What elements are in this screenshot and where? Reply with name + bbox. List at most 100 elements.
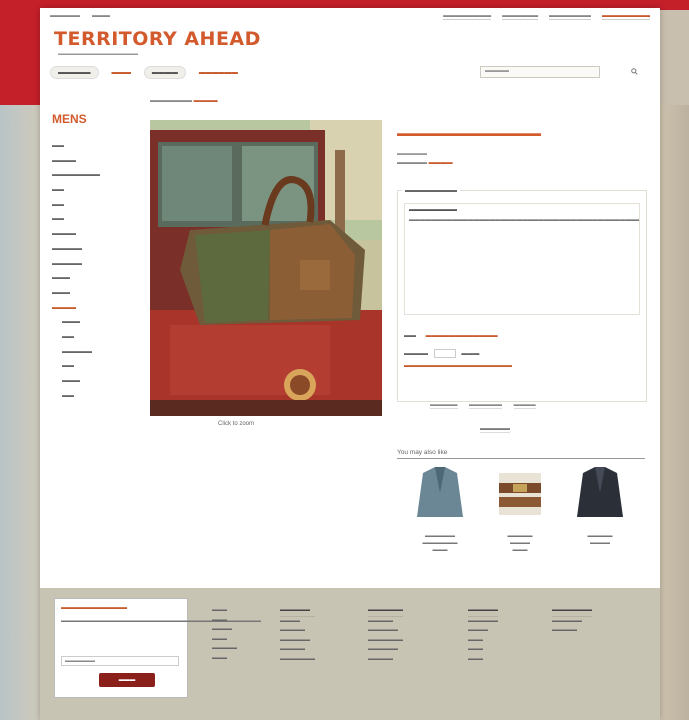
sidebar-item-4[interactable]: ▬▬ xyxy=(52,184,132,199)
footer-column-3: ▬▬▬▬▬▬▬ ▬▬▬▬▬ ▬▬▬▬▬▬ ▬▬▬▬▬▬▬ ▬▬▬▬▬▬ ▬▬▬▬… xyxy=(368,606,403,664)
sidebar-item-6[interactable]: ▬▬ xyxy=(52,213,132,228)
footer-link[interactable]: ▬▬▬▬▬ xyxy=(280,645,315,655)
footer-link[interactable]: ▬▬▬ xyxy=(468,655,498,665)
sidebar-item-3[interactable]: ▬▬▬▬▬▬▬▬ xyxy=(52,169,132,184)
breadcrumb-link[interactable]: ▬▬▬▬▬▬▬ xyxy=(150,98,192,104)
recommended-item-2-image xyxy=(499,473,541,515)
product-details-box: ▬▬▬▬▬▬▬▬ ▬▬▬▬▬▬▬▬ ▬▬▬▬▬▬▬▬▬▬▬▬▬▬▬▬▬▬▬▬▬▬… xyxy=(397,187,647,402)
footer-link[interactable]: ▬▬▬ xyxy=(212,606,237,616)
footer-link[interactable]: ▬▬▬▬ xyxy=(212,625,237,635)
product-item-number: ▬▬▬▬▬ xyxy=(397,151,427,157)
footer-column-2: ▬▬▬▬▬▬ ▬▬▬▬ ▬▬▬▬▬ ▬▬▬▬▬▬ ▬▬▬▬▬ ▬▬▬▬▬▬▬ xyxy=(280,606,315,664)
utility-right-link-2[interactable]: ▬▬▬▬▬▬ xyxy=(502,13,539,20)
product-image[interactable] xyxy=(150,120,382,416)
footer-link[interactable]: ▬▬▬▬▬▬ xyxy=(468,617,498,627)
footer-link[interactable]: ▬▬▬▬ xyxy=(468,626,498,636)
footer-link[interactable]: ▬▬▬▬▬ xyxy=(368,617,403,627)
utility-link-2[interactable]: ▬▬▬ xyxy=(92,13,110,19)
product-actions: ▬▬▬▬▬ ▬▬▬▬▬▬ ▬▬▬▬ xyxy=(430,402,546,409)
utility-right-link-4[interactable]: ▬▬▬▬▬▬▬▬ xyxy=(602,13,650,20)
sidebar-item-10[interactable]: ▬▬▬ xyxy=(52,272,132,287)
sidebar-item-7[interactable]: ▬▬▬▬ xyxy=(52,228,132,243)
footer: ▬▬▬▬▬▬▬▬▬▬▬ ▬▬▬▬▬▬▬▬▬▬▬▬▬▬▬▬▬▬▬▬▬▬▬▬▬▬▬▬… xyxy=(40,588,660,720)
recommended-item-1[interactable]: ▬▬▬▬▬▬ ▬▬▬▬▬▬▬ ▬▬▬ xyxy=(408,463,472,554)
sidebar-item-1[interactable]: ▬▬ xyxy=(52,140,132,155)
footer-column-4-heading: ▬▬▬▬▬▬ xyxy=(468,606,498,617)
image-caption[interactable]: Click to zoom xyxy=(218,421,254,427)
breadcrumb-current: ▬▬▬▬ xyxy=(193,98,218,104)
footer-link[interactable]: ▬▬▬▬▬ xyxy=(368,655,403,665)
action-link-3[interactable]: ▬▬▬▬ xyxy=(513,402,536,409)
recommended-item-3-name: ▬▬▬▬▬ ▬▬▬▬ xyxy=(587,533,613,546)
email-signup-text: ▬▬▬▬▬▬▬▬▬▬▬▬▬▬▬▬▬▬▬▬▬▬▬▬▬▬▬▬▬▬▬▬▬▬▬▬▬▬▬▬ xyxy=(61,618,261,624)
footer-link[interactable]: ▬▬▬▬▬▬▬ xyxy=(280,655,315,665)
search-button[interactable] xyxy=(627,66,642,79)
footer-link[interactable]: ▬▬▬ xyxy=(212,654,237,664)
sidebar-subitem-2[interactable]: ▬▬ xyxy=(52,331,132,346)
sidebar-list: ▬▬ ▬▬▬▬ ▬▬▬▬▬▬▬▬ ▬▬ ▬▬ ▬▬ ▬▬▬▬ ▬▬▬▬▬ ▬▬▬… xyxy=(52,140,132,404)
nav-tab-1[interactable]: ▬▬▬▬▬ xyxy=(50,66,99,79)
footer-link[interactable]: ▬▬▬▬▬▬ xyxy=(552,617,592,627)
nav-tab-4[interactable]: ▬▬▬▬▬▬ xyxy=(192,67,245,78)
sidebar-item-active[interactable]: ▬▬▬▬ xyxy=(52,302,132,317)
utility-link-1[interactable]: ▬▬▬▬▬ xyxy=(50,13,80,19)
utility-right-link-1[interactable]: ▬▬▬▬▬▬▬▬ xyxy=(443,13,492,20)
product-title: ▬▬▬▬▬▬▬▬▬▬▬▬▬▬▬▬ xyxy=(397,128,541,138)
footer-column-4: ▬▬▬▬▬▬ ▬▬▬▬▬▬ ▬▬▬▬ ▬▬▬ ▬▬▬ ▬▬▬ xyxy=(468,606,498,664)
details-heading: ▬▬▬▬▬▬▬▬ xyxy=(402,187,460,194)
sidebar-subitem-4[interactable]: ▬▬ xyxy=(52,360,132,375)
description-text: ▬▬▬▬▬▬▬▬▬▬▬▬▬▬▬▬▬▬▬▬▬▬▬▬▬▬▬▬▬▬▬▬▬▬▬▬▬▬▬▬… xyxy=(409,217,640,223)
description-panel: ▬▬▬▬▬▬▬▬ ▬▬▬▬▬▬▬▬▬▬▬▬▬▬▬▬▬▬▬▬▬▬▬▬▬▬▬▬▬▬▬… xyxy=(404,203,640,315)
footer-link[interactable]: ▬▬▬▬▬ xyxy=(280,626,315,636)
footer-column-2-heading: ▬▬▬▬▬▬ xyxy=(280,606,315,617)
utility-right-link-3[interactable]: ▬▬▬▬▬▬▬ xyxy=(549,13,592,20)
footer-link[interactable]: ▬▬▬ xyxy=(212,616,237,626)
recommended-item-3[interactable]: ▬▬▬▬▬ ▬▬▬▬ xyxy=(568,463,632,547)
sidebar-item-2[interactable]: ▬▬▬▬ xyxy=(52,155,132,170)
email-input[interactable]: ▬▬▬▬▬▬ xyxy=(61,656,179,666)
action-link-1[interactable]: ▬▬▬▬▬ xyxy=(430,402,458,409)
footer-link[interactable]: ▬▬▬▬ xyxy=(280,617,315,627)
sidebar-subitem-3[interactable]: ▬▬▬▬▬ xyxy=(52,346,132,361)
footer-column-3-heading: ▬▬▬▬▬▬▬ xyxy=(368,606,403,617)
order-link[interactable]: ▬▬▬▬▬▬▬▬▬▬▬▬ xyxy=(426,333,498,339)
site-logo[interactable]: TERRITORY AHEAD xyxy=(54,28,261,50)
sidebar-item-9[interactable]: ▬▬▬▬▬ xyxy=(52,258,132,273)
footer-link[interactable]: ▬▬▬▬▬ xyxy=(552,626,592,636)
sidebar-item-5[interactable]: ▬▬ xyxy=(52,199,132,214)
product-price: ▬▬▬▬▬ ▬▬▬▬ xyxy=(397,160,453,166)
email-submit-button[interactable]: ▬▬▬ xyxy=(99,673,155,687)
email-signup-title: ▬▬▬▬▬▬▬▬▬▬▬ xyxy=(61,605,127,611)
recommended-item-1-image xyxy=(417,467,463,517)
footer-column-5: ▬▬▬▬▬▬▬▬ ▬▬▬▬▬▬ ▬▬▬▬▬ xyxy=(552,606,592,636)
sidebar-item-8[interactable]: ▬▬▬▬▬ xyxy=(52,243,132,258)
footer-link[interactable]: ▬▬▬▬▬▬ xyxy=(368,645,403,655)
footer-link[interactable]: ▬▬▬▬▬▬ xyxy=(368,626,403,636)
sidebar-subitem-6[interactable]: ▬▬ xyxy=(52,390,132,405)
add-to-bag-link[interactable]: ▬▬▬▬▬▬▬▬▬▬▬▬▬▬▬▬▬▬ xyxy=(404,363,512,369)
footer-link[interactable]: ▬▬▬▬▬▬ xyxy=(280,636,315,646)
action-link-2[interactable]: ▬▬▬▬▬▬ xyxy=(469,402,503,409)
page-container: ▬▬▬▬▬ ▬▬▬ ▬▬▬▬▬▬▬▬ ▬▬▬▬▬▬ ▬▬▬▬▬▬▬ ▬▬▬▬▬▬… xyxy=(40,8,660,720)
footer-link[interactable]: ▬▬▬ xyxy=(468,636,498,646)
sidebar-title: MENS xyxy=(52,112,87,126)
nav-tab-2[interactable]: ▬▬▬ xyxy=(104,67,138,78)
sidebar-subitem-5[interactable]: ▬▬▬ xyxy=(52,375,132,390)
recommended-item-2-name: ▬▬▬▬▬ ▬▬▬▬ ▬▬▬ xyxy=(507,533,533,553)
more-link[interactable]: ▬▬▬▬▬ xyxy=(480,426,510,433)
quantity-input[interactable] xyxy=(433,349,456,358)
footer-link[interactable]: ▬▬▬▬▬ xyxy=(212,644,237,654)
sidebar-item-11[interactable]: ▬▬▬ xyxy=(52,287,132,302)
footer-link[interactable]: ▬▬▬ xyxy=(212,635,237,645)
footer-link[interactable]: ▬▬▬ xyxy=(468,645,498,655)
footer-column-5-heading: ▬▬▬▬▬▬▬▬ xyxy=(552,606,592,617)
description-subtitle: ▬▬▬▬▬▬▬▬ xyxy=(409,207,457,213)
quantity-unit: ▬▬▬ xyxy=(461,351,480,358)
nav-tab-3[interactable]: ▬▬▬▬ xyxy=(143,66,186,79)
search-icon xyxy=(631,68,638,75)
order-row: ▬▬ ▬▬▬▬▬▬▬▬▬▬▬▬ xyxy=(404,333,498,339)
footer-link[interactable]: ▬▬▬▬▬▬▬ xyxy=(368,636,403,646)
search-input[interactable]: ▬▬▬▬ xyxy=(480,66,600,78)
recommended-item-2[interactable]: ▬▬▬▬▬ ▬▬▬▬ ▬▬▬ xyxy=(488,463,552,554)
sidebar-subitem-1[interactable]: ▬▬▬ xyxy=(52,316,132,331)
